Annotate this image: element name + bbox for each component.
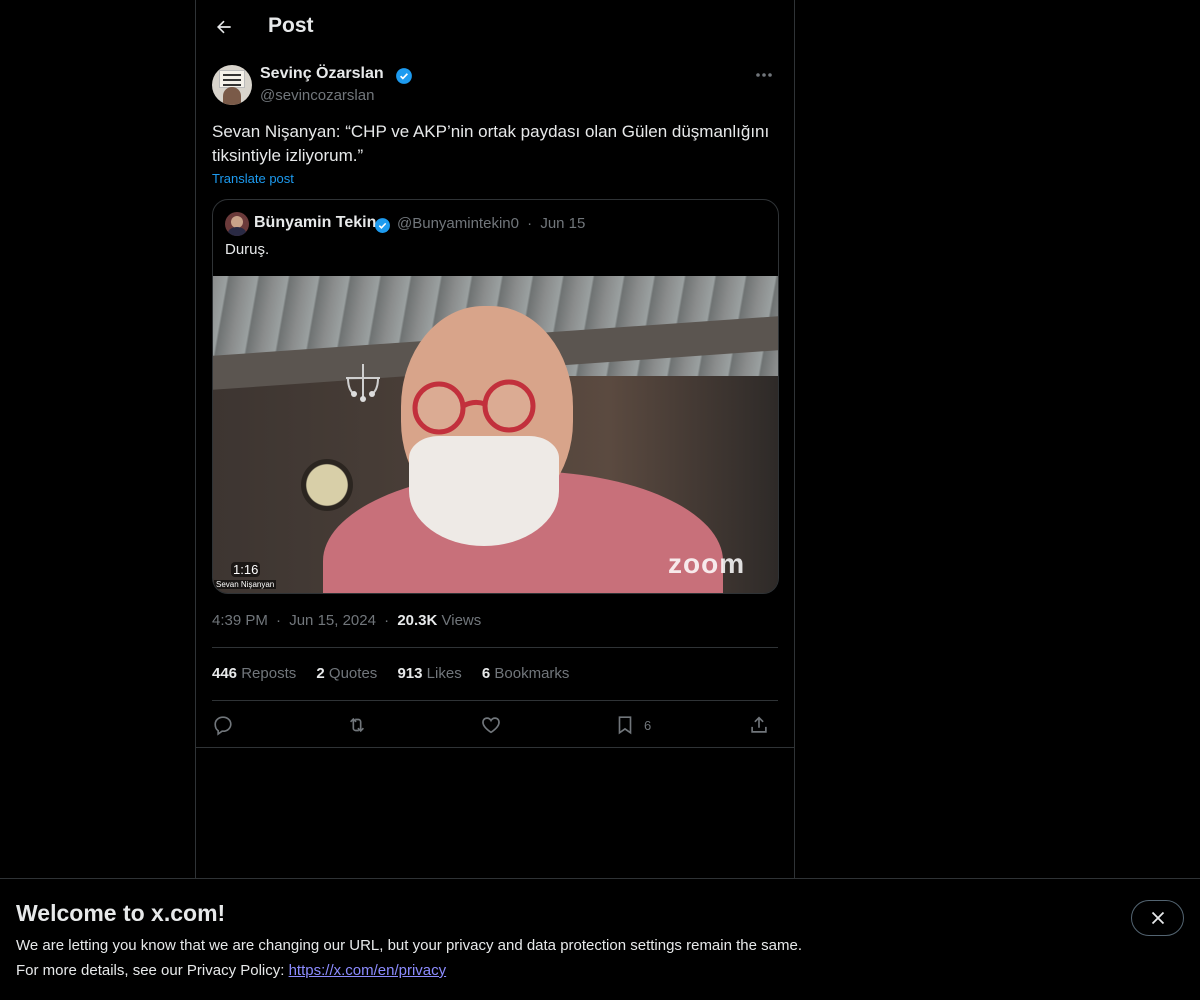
- welcome-banner: Welcome to x.com! We are letting you kno…: [0, 878, 1200, 1000]
- post-date[interactable]: Jun 15, 2024: [289, 612, 376, 629]
- privacy-policy-link[interactable]: https://x.com/en/privacy: [289, 962, 447, 979]
- views-label: Views: [441, 612, 482, 629]
- quotes-stat[interactable]: 2 Quotes: [316, 665, 377, 682]
- banner-title: Welcome to x.com!: [16, 900, 226, 926]
- reply-icon: [214, 716, 232, 736]
- quoted-author-name: Bünyamin Tekin: [254, 214, 377, 231]
- divider: [212, 647, 778, 648]
- like-button[interactable]: [480, 711, 502, 739]
- more-dots-icon: [756, 73, 772, 77]
- close-banner-button[interactable]: [1131, 900, 1184, 936]
- close-icon: [1151, 911, 1164, 925]
- author-avatar[interactable]: [212, 65, 252, 105]
- quoted-author-avatar: [225, 212, 249, 236]
- page-title: Post: [268, 14, 314, 37]
- more-options-button[interactable]: [750, 64, 778, 86]
- bookmark-count: 6: [644, 717, 652, 733]
- post-author: Sevinç Özarslan @sevincozarslan: [212, 64, 778, 108]
- divider: [212, 700, 778, 701]
- quoted-post-text: Duruş.: [225, 241, 270, 258]
- author-name[interactable]: Sevinç Özarslan: [260, 65, 384, 83]
- translate-post-link[interactable]: Translate post: [212, 171, 294, 186]
- timestamp-separator: ·: [276, 612, 282, 629]
- banner-message: We are letting you know that we are chan…: [16, 937, 802, 954]
- quoted-author-handle: @Bunyamintekin0: [397, 215, 519, 232]
- chandelier-image: [346, 364, 380, 402]
- post-actions: 6: [212, 711, 778, 739]
- likes-stat[interactable]: 913 Likes: [397, 665, 461, 682]
- video-caption: Sevan Nişanyan: [214, 580, 277, 589]
- share-button[interactable]: [748, 711, 770, 739]
- post-column: Post Sevinç Özarslan @sevincozarslan Sev…: [195, 0, 795, 878]
- reposts-stat[interactable]: 446 Reposts: [212, 665, 296, 682]
- reply-button[interactable]: [212, 711, 234, 739]
- back-arrow-icon: [217, 20, 231, 34]
- divider: [196, 747, 794, 748]
- video-watermark: zoom: [668, 548, 746, 579]
- bookmark-icon: [618, 716, 632, 735]
- banner-privacy-text: For more details, see our Privacy Policy…: [16, 962, 446, 979]
- bookmarks-stat[interactable]: 6 Bookmarks: [482, 665, 570, 682]
- bookmark-button[interactable]: 6: [614, 711, 651, 739]
- post-timestamp: 4:39 PM · Jun 15, 2024 · 20.3K Views: [212, 612, 481, 629]
- repost-icon: [349, 717, 365, 733]
- meta-separator: ·: [527, 215, 533, 232]
- banner-privacy-prefix: For more details, see our Privacy Policy…: [16, 962, 289, 979]
- post-header: Post: [196, 0, 794, 54]
- quoted-post-date: Jun 15: [540, 215, 586, 232]
- post-stats: 446 Reposts 2 Quotes 913 Likes 6 Bookmar…: [212, 665, 585, 682]
- glasses-image: [412, 379, 536, 435]
- video-duration: 1:16: [231, 562, 261, 577]
- author-handle[interactable]: @sevincozarslan: [260, 87, 374, 104]
- post-text: Sevan Nişanyan: “CHP ve AKP’nin ortak pa…: [212, 122, 770, 165]
- verified-badge-icon: [395, 67, 413, 90]
- video-player[interactable]: zoom 1:16 Sevan Nişanyan: [213, 276, 778, 593]
- repost-button[interactable]: [346, 711, 368, 739]
- back-button[interactable]: [208, 11, 240, 43]
- timestamp-separator: ·: [384, 612, 390, 629]
- post-time[interactable]: 4:39 PM: [212, 612, 268, 629]
- wall-clock-image: [301, 459, 353, 511]
- share-icon: [751, 716, 767, 733]
- quoted-verified-badge-icon: [374, 217, 391, 239]
- views-count: 20.3K: [397, 612, 438, 629]
- quoted-post[interactable]: Bünyamin Tekin @Bunyamintekin0 · Jun 15 …: [212, 199, 779, 594]
- heart-icon: [482, 717, 500, 734]
